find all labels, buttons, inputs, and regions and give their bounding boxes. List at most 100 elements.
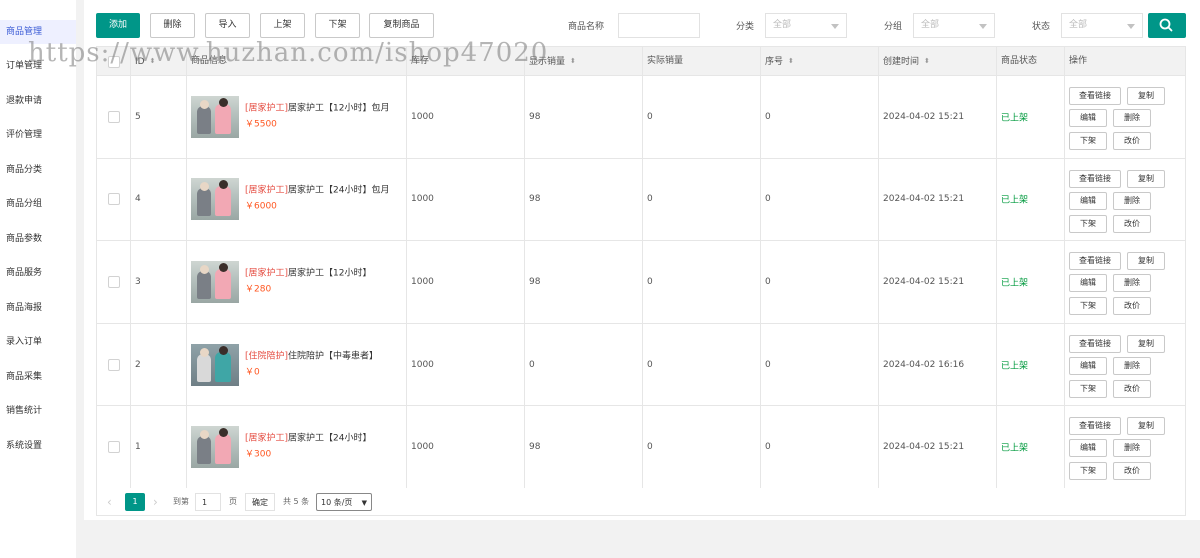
row-checkbox[interactable]: [108, 275, 120, 288]
table-row: 5 [居家护工]居家护工【12小时】包月 ￥5500 1000 98 0 0 2…: [97, 76, 1185, 159]
goods-info-cell: [居家护工]居家护工【24小时】包月 ￥6000: [187, 158, 407, 241]
id-cell: 4: [131, 158, 187, 241]
edit-button[interactable]: 编辑: [1069, 439, 1107, 458]
delete-button[interactable]: 删除: [1113, 439, 1151, 458]
sidebar-item-collect[interactable]: 商品采集: [0, 365, 76, 389]
copy-button[interactable]: 复制: [1127, 169, 1165, 188]
off-shelf-button[interactable]: 下架: [315, 13, 360, 38]
row-checkbox[interactable]: [108, 193, 120, 206]
delete-button[interactable]: 删除: [1113, 356, 1151, 375]
edit-button[interactable]: 编辑: [1069, 356, 1107, 375]
stock-cell: 1000: [407, 323, 525, 406]
header-checkbox-cell: [97, 47, 131, 76]
copy-button[interactable]: 复制: [1127, 334, 1165, 353]
view-link-button[interactable]: 查看链接: [1069, 334, 1121, 353]
edit-button[interactable]: 编辑: [1069, 191, 1107, 210]
delete-button[interactable]: 删除: [150, 13, 195, 38]
page-1-button[interactable]: 1: [125, 493, 145, 511]
goods-title-block: [居家护工]居家护工【12小时】包月 ￥5500: [245, 102, 405, 131]
header-id[interactable]: ID ⬍: [131, 47, 187, 76]
sidebar-item-posters[interactable]: 商品海报: [0, 296, 76, 320]
goods-thumbnail: [191, 343, 239, 386]
goods-info-cell: [居家护工]居家护工【12小时】包月 ￥5500: [187, 76, 407, 158]
table-header: ID ⬍ 商品信息 库存 显示销量 ⬍ 实际销量 序号 ⬍ 创建时间 ⬍ 商品状态 操作: [97, 47, 1185, 76]
select-all-checkbox[interactable]: [108, 55, 120, 68]
sidebar-item-reviews[interactable]: 评价管理: [0, 123, 76, 147]
goods-title-block: [居家护工]居家护工【24小时】包月 ￥6000: [245, 185, 405, 214]
header-stock: 库存: [407, 47, 525, 76]
add-button[interactable]: 添加: [96, 13, 140, 38]
delete-button[interactable]: 删除: [1113, 109, 1151, 127]
sidebar-item-goods[interactable]: 商品管理: [0, 20, 76, 44]
search-button[interactable]: [1148, 13, 1186, 38]
page-size-select[interactable]: 10 条/页 ▼: [316, 493, 372, 511]
sidebar-item-sales-stats[interactable]: 销售统计: [0, 399, 76, 423]
edit-button[interactable]: 编辑: [1069, 274, 1107, 293]
delete-button[interactable]: 删除: [1113, 191, 1151, 210]
chevron-down-icon: [831, 24, 839, 29]
off-shelf-button[interactable]: 下架: [1069, 214, 1107, 233]
stock-cell: 1000: [407, 241, 525, 323]
delete-button[interactable]: 删除: [1113, 274, 1151, 293]
change-price-button[interactable]: 改价: [1113, 214, 1151, 233]
row-checkbox[interactable]: [108, 441, 120, 454]
stock-cell: 1000: [407, 76, 525, 158]
sidebar-item-orders[interactable]: 订单管理: [0, 54, 76, 78]
header-display-sales[interactable]: 显示销量 ⬍: [525, 47, 643, 76]
sidebar-item-params[interactable]: 商品参数: [0, 227, 76, 251]
row-checkbox[interactable]: [108, 358, 120, 371]
copy-button[interactable]: 复制: [1127, 417, 1165, 436]
goto-page-input[interactable]: 1: [195, 493, 221, 511]
prev-page-button[interactable]: ‹: [107, 493, 119, 511]
header-order[interactable]: 序号 ⬍: [761, 47, 879, 76]
view-link-button[interactable]: 查看链接: [1069, 169, 1121, 188]
copy-goods-button[interactable]: 复制商品: [369, 13, 434, 38]
goods-title: 居家护工【24小时】: [288, 433, 372, 444]
status-badge: 已上架: [1001, 278, 1029, 289]
category-label: 分类: [736, 22, 755, 32]
goods-tag: [居家护工]: [245, 268, 289, 279]
sidebar-item-groups[interactable]: 商品分组: [0, 192, 76, 216]
category-select[interactable]: 全部: [765, 13, 847, 38]
import-button[interactable]: 导入: [205, 13, 250, 38]
sort-icon: ⬍: [924, 57, 930, 65]
view-link-button[interactable]: 查看链接: [1069, 417, 1121, 436]
off-shelf-button[interactable]: 下架: [1069, 379, 1107, 398]
change-price-button[interactable]: 改价: [1113, 462, 1151, 481]
actual-sales-value: 0: [647, 111, 653, 122]
on-shelf-button[interactable]: 上架: [260, 13, 305, 38]
header-created[interactable]: 创建时间 ⬍: [879, 47, 997, 76]
sidebar-item-enter-order[interactable]: 录入订单: [0, 330, 76, 354]
goods-thumbnail: [191, 95, 239, 138]
change-price-button[interactable]: 改价: [1113, 379, 1151, 398]
edit-button[interactable]: 编辑: [1069, 109, 1107, 127]
checkbox-cell: [97, 323, 131, 406]
copy-button[interactable]: 复制: [1127, 252, 1165, 271]
goto-confirm-button[interactable]: 确定: [245, 493, 275, 511]
off-shelf-button[interactable]: 下架: [1069, 297, 1107, 316]
copy-button[interactable]: 复制: [1127, 87, 1165, 105]
sidebar-item-settings[interactable]: 系统设置: [0, 434, 76, 458]
sidebar-item-refunds[interactable]: 退款申请: [0, 89, 76, 113]
created-cell: 2024-04-02 15:21: [879, 76, 997, 158]
status-select[interactable]: 全部: [1061, 13, 1143, 38]
created-cell: 2024-04-02 15:21: [879, 406, 997, 488]
status-badge: 已上架: [1001, 113, 1029, 124]
sidebar-item-categories[interactable]: 商品分类: [0, 158, 76, 182]
goto-label: 到第: [173, 497, 189, 506]
goods-name-input[interactable]: [618, 13, 700, 38]
group-select[interactable]: 全部: [913, 13, 995, 38]
id-cell: 1: [131, 406, 187, 488]
sidebar-item-services[interactable]: 商品服务: [0, 261, 76, 285]
display-sales-cell: 98: [525, 406, 643, 488]
view-link-button[interactable]: 查看链接: [1069, 252, 1121, 271]
change-price-button[interactable]: 改价: [1113, 132, 1151, 150]
row-checkbox[interactable]: [108, 110, 120, 123]
off-shelf-button[interactable]: 下架: [1069, 132, 1107, 150]
actual-sales-cell: 0: [643, 323, 761, 406]
actions-cell: 查看链接 复制 编辑 删除 下架 改价: [1065, 406, 1185, 488]
off-shelf-button[interactable]: 下架: [1069, 462, 1107, 481]
change-price-button[interactable]: 改价: [1113, 297, 1151, 316]
next-page-button[interactable]: ›: [153, 493, 165, 511]
view-link-button[interactable]: 查看链接: [1069, 87, 1121, 105]
